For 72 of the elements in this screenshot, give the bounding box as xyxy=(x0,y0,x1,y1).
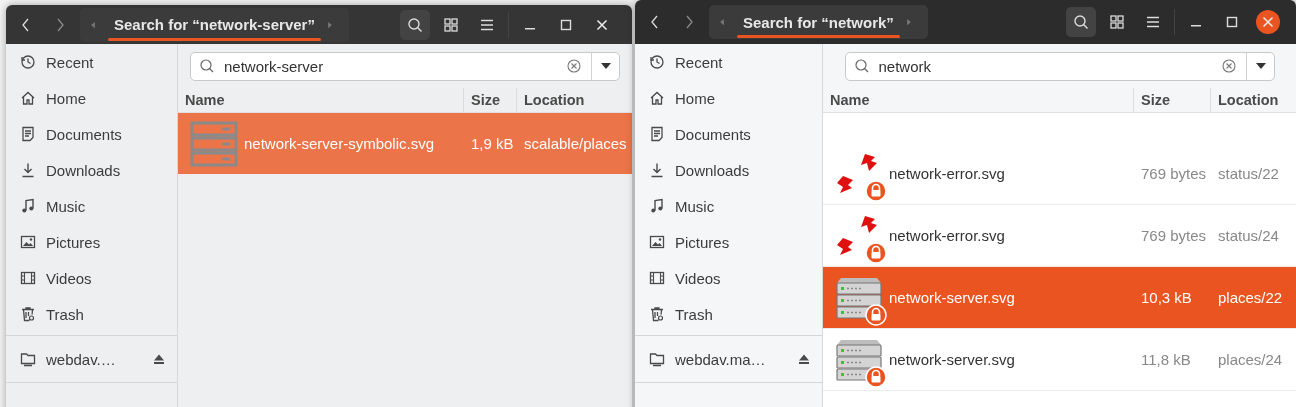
column-header[interactable]: Location xyxy=(517,88,632,112)
trash-icon xyxy=(20,306,36,322)
file-location: scalable/places xyxy=(523,135,627,152)
clock-icon xyxy=(649,54,665,70)
file-location: places/24 xyxy=(1217,351,1283,368)
dropdown-icon[interactable] xyxy=(601,63,611,69)
file-row[interactable]: network-server.svg 11,8 kB places/24 xyxy=(823,329,1296,391)
trash-icon xyxy=(649,306,665,322)
music-note-icon xyxy=(649,198,665,214)
film-icon xyxy=(20,270,36,286)
search-icon xyxy=(1073,14,1089,30)
film-icon xyxy=(649,270,665,286)
minimize-icon xyxy=(1191,25,1201,27)
file-size: 769 bytes xyxy=(1140,227,1208,244)
search-field[interactable]: network xyxy=(844,51,1275,81)
path-button[interactable]: Search for “network” xyxy=(733,5,904,39)
file-size: 10,3 kB xyxy=(1140,289,1193,306)
sidebar-item[interactable]: Videos xyxy=(635,260,822,296)
column-header[interactable]: Name xyxy=(823,88,1134,112)
column-header[interactable]: Location xyxy=(1211,88,1296,112)
clear-icon[interactable] xyxy=(1221,59,1236,73)
grid-icon xyxy=(1109,14,1125,30)
grid-icon xyxy=(443,16,459,33)
column-header[interactable]: Name xyxy=(178,88,464,112)
file-row[interactable]: network-server.svg 10,3 kB places/22 xyxy=(823,267,1296,329)
sidebar-item[interactable]: Home xyxy=(635,80,822,116)
file-size: 11,8 kB xyxy=(1140,351,1192,368)
document-icon xyxy=(20,126,36,142)
search-icon xyxy=(853,58,870,74)
download-icon xyxy=(649,162,665,178)
close-icon xyxy=(596,18,608,31)
minimize-icon xyxy=(525,27,535,30)
file-location: status/22 xyxy=(1217,165,1279,182)
file-location: status/24 xyxy=(1217,227,1279,244)
sidebar-item[interactable]: webdav.ma… xyxy=(635,339,822,379)
maximize-icon xyxy=(1224,14,1240,30)
file-name: network-server-symbolic.svg xyxy=(244,135,435,152)
folder-icon xyxy=(20,351,36,367)
music-note-icon xyxy=(20,198,36,214)
clock-icon xyxy=(20,54,36,70)
home-icon xyxy=(649,90,665,106)
menu-icon xyxy=(1145,14,1161,30)
sidebar-item[interactable]: Documents xyxy=(635,116,822,152)
image-icon xyxy=(649,234,665,250)
server-icon xyxy=(190,119,238,168)
search-icon xyxy=(407,16,423,33)
sidebar-item[interactable]: Recent xyxy=(635,44,822,80)
home-icon xyxy=(20,90,36,106)
image-icon xyxy=(20,234,36,250)
file-name: network-error.svg xyxy=(889,227,1005,244)
close-icon xyxy=(1262,16,1274,28)
file-name: network-error.svg xyxy=(889,165,1005,182)
file-name: network-server.svg xyxy=(889,289,1015,306)
dropdown-icon[interactable] xyxy=(1255,63,1266,69)
search-icon xyxy=(199,58,215,74)
sidebar-item[interactable]: Downloads xyxy=(635,152,822,188)
file-size: 769 bytes xyxy=(1140,165,1208,182)
file-location: places/22 xyxy=(1217,289,1283,306)
search-button[interactable] xyxy=(1066,7,1096,37)
file-name: network-server.svg xyxy=(889,351,1015,368)
column-header[interactable]: Size xyxy=(464,88,517,112)
file-size: 1,9 kB xyxy=(470,135,515,152)
download-icon xyxy=(20,162,36,178)
sidebar-item[interactable]: Pictures xyxy=(635,224,822,260)
column-header[interactable]: Size xyxy=(1134,88,1211,112)
sidebar-item[interactable]: Trash xyxy=(635,296,822,332)
file-row[interactable]: network-error.svg 769 bytes status/22 xyxy=(823,143,1296,205)
folder-icon xyxy=(649,351,665,367)
document-icon xyxy=(649,126,665,142)
eject-icon[interactable] xyxy=(153,353,165,365)
eject-icon[interactable] xyxy=(798,353,810,365)
sidebar-item[interactable]: Music xyxy=(635,188,822,224)
